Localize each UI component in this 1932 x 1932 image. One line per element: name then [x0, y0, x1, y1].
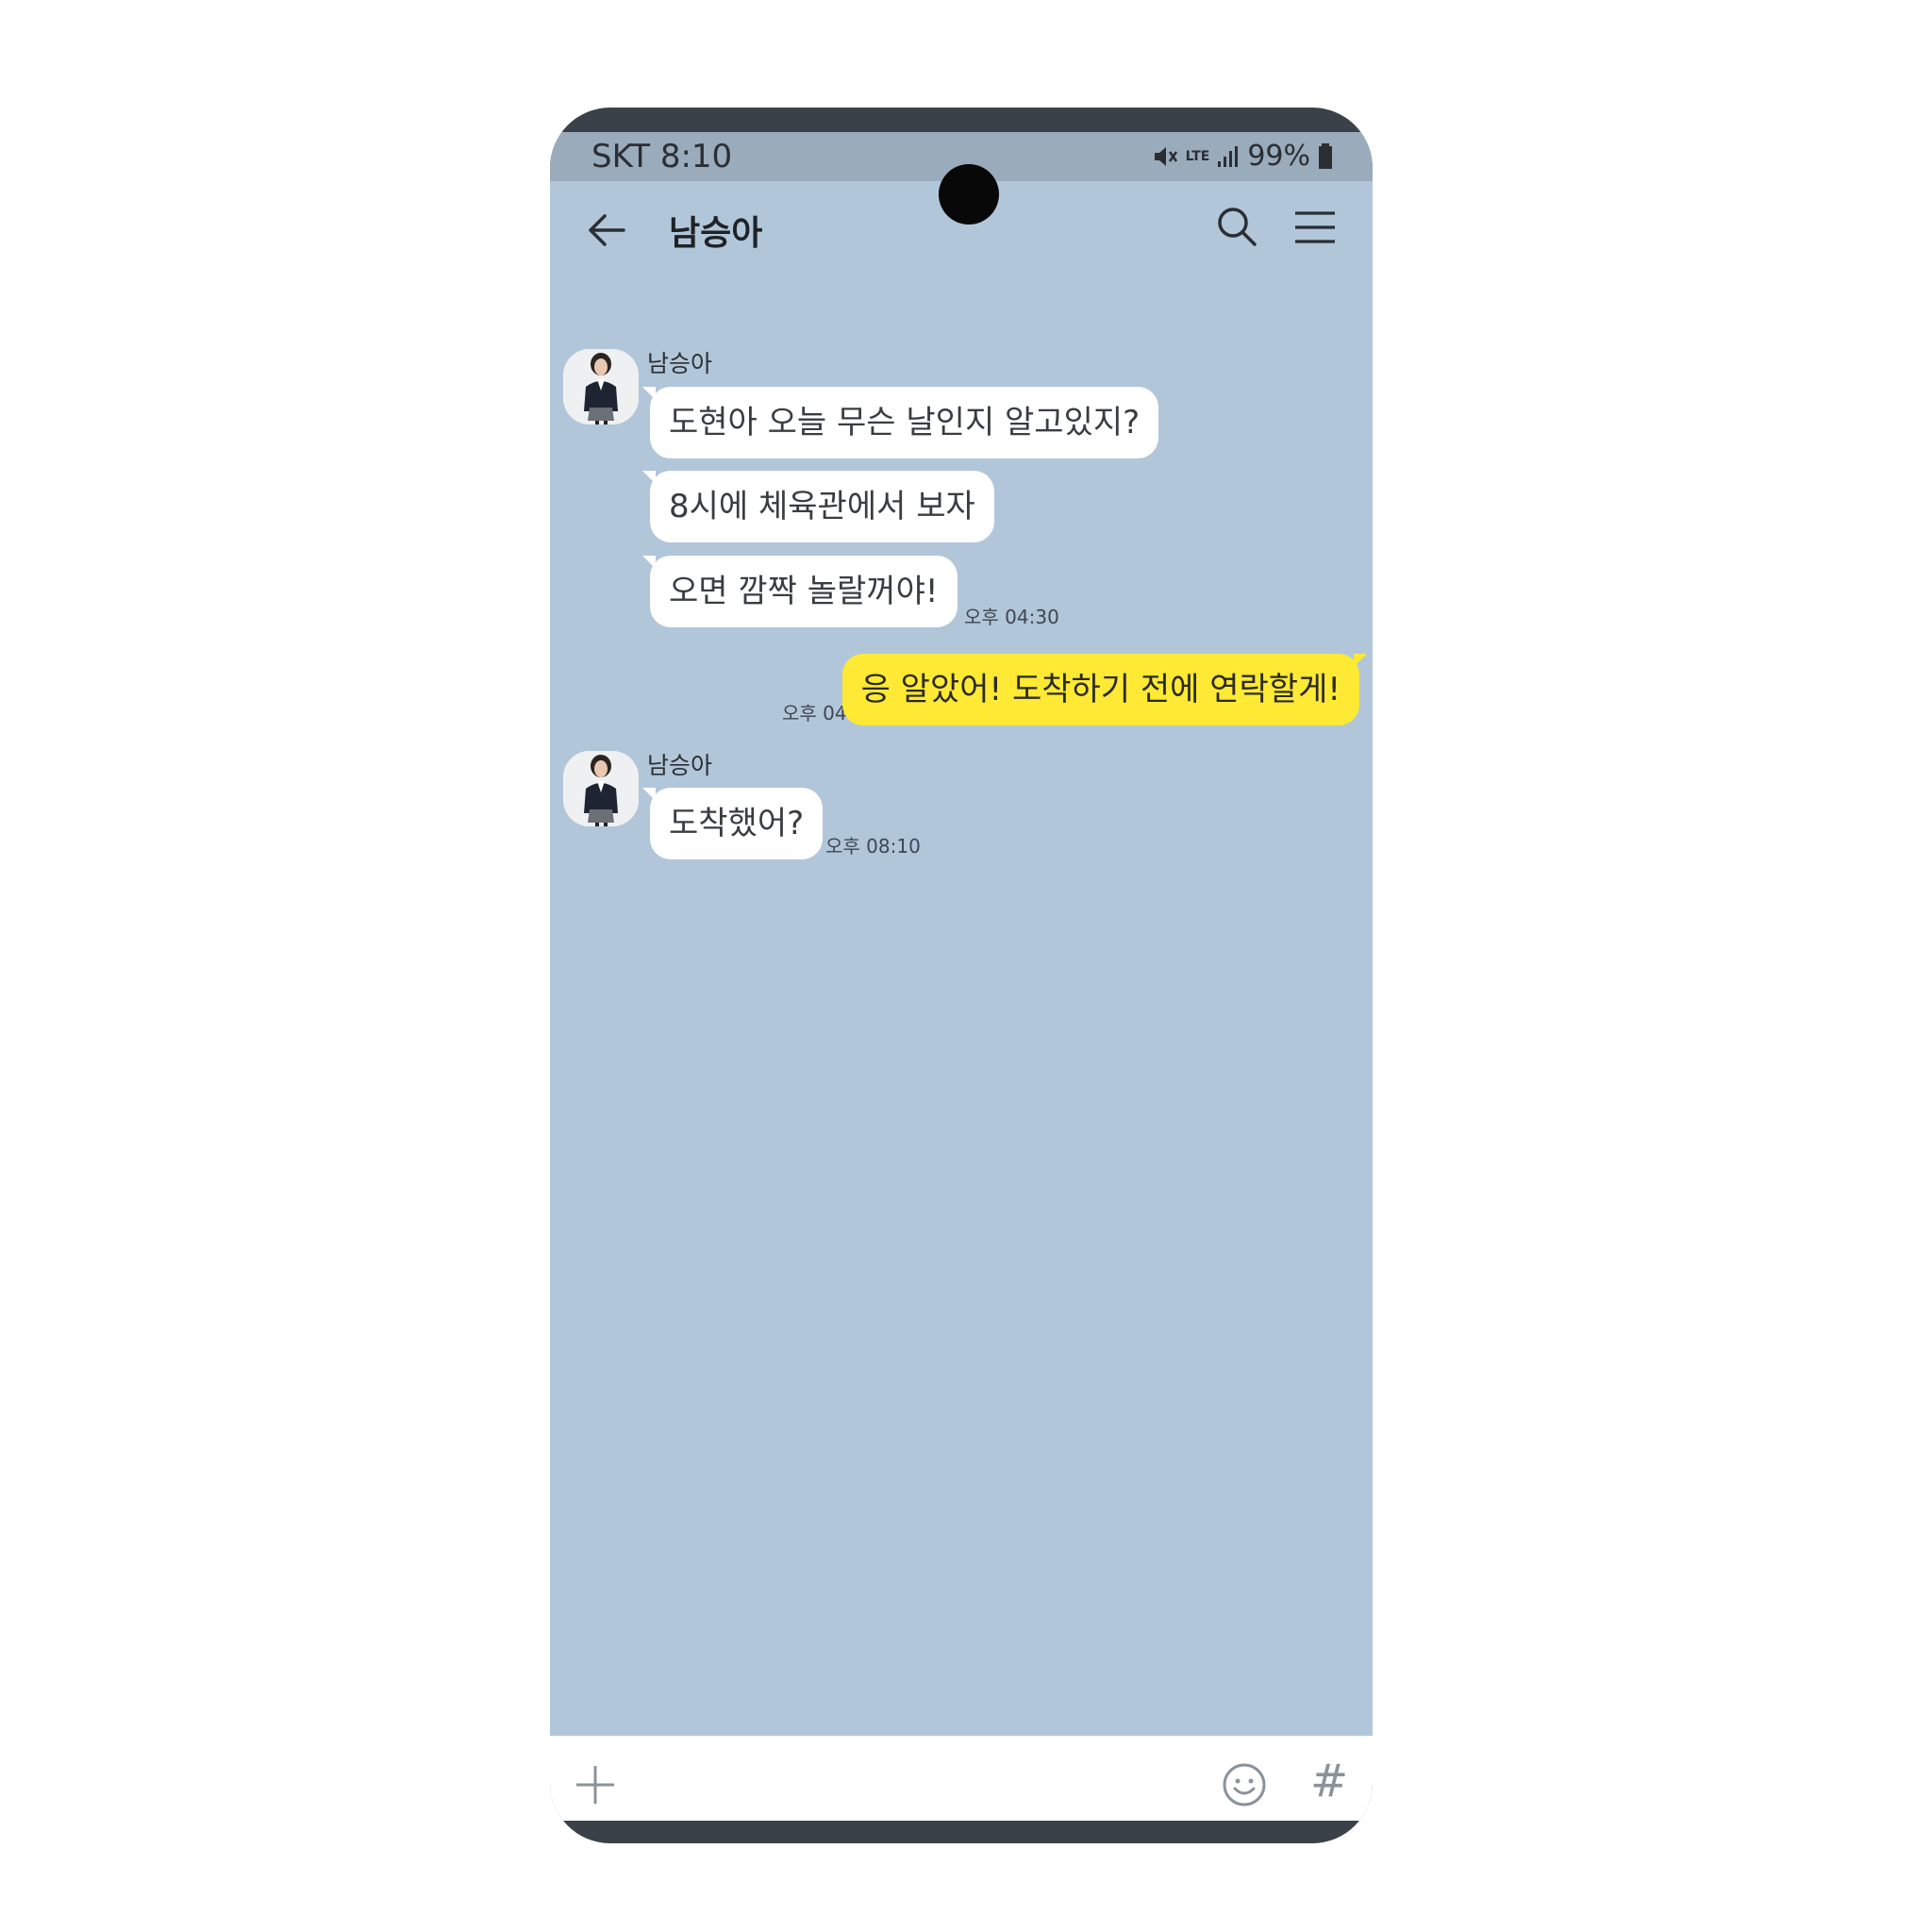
message-bubble[interactable]: 8시에 체육관에서 보자	[642, 471, 994, 542]
sender-name: 남승아	[647, 752, 713, 779]
search-icon[interactable]	[1216, 206, 1257, 247]
sender-name: 남승아	[647, 350, 713, 377]
message-time: 오후 04:30	[964, 606, 1059, 628]
battery-icon	[1319, 142, 1332, 169]
chat-title: 남승아	[669, 214, 763, 253]
battery-percent: 99%	[1247, 140, 1310, 173]
profile-photo	[563, 349, 639, 425]
plus-icon[interactable]	[575, 1764, 616, 1806]
message-bubble[interactable]: 도착했어?	[641, 788, 824, 859]
signal-icon	[1218, 145, 1239, 167]
hamburger-menu-icon[interactable]	[1293, 209, 1337, 245]
avatar[interactable]	[563, 349, 639, 425]
message-bubble[interactable]: 오면 깜짝 놀랄꺼야!	[642, 556, 958, 627]
mute-icon	[1154, 146, 1177, 166]
chat-screen: SKT 8:10 LTE 99% 남승아 남승아 도현아 오늘 무슨 날인지 알…	[550, 132, 1373, 1821]
carrier-time: SKT 8:10	[591, 138, 733, 175]
message-input-bar: #	[550, 1736, 1373, 1821]
front-camera	[939, 164, 999, 225]
message-time: 오후 08:10	[825, 835, 921, 858]
message-bubble[interactable]: 도현아 오늘 무슨 날인지 알고있지?	[641, 387, 1159, 458]
avatar[interactable]	[563, 751, 639, 826]
emoji-icon[interactable]	[1222, 1762, 1267, 1807]
phone-frame: SKT 8:10 LTE 99% 남승아 남승아 도현아 오늘 무슨 날인지 알…	[550, 108, 1373, 1843]
my-message-bubble[interactable]: 응 알았어! 도착하기 전에 연락할게!	[841, 654, 1368, 725]
lte-icon: LTE	[1185, 148, 1210, 164]
profile-photo	[563, 751, 639, 826]
status-icons: LTE 99%	[1152, 140, 1333, 173]
arrow-left-icon[interactable]	[586, 209, 627, 251]
hashtag-icon[interactable]: #	[1310, 1755, 1348, 1807]
